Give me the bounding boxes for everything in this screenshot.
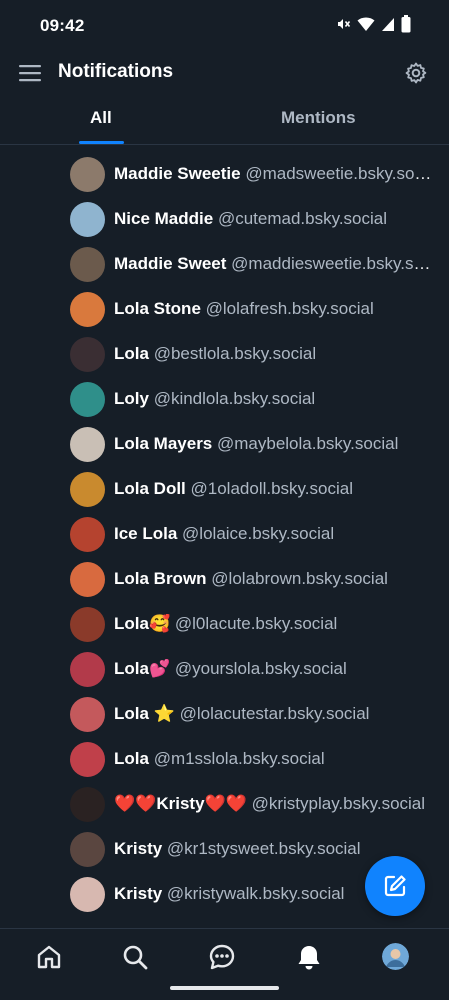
list-item[interactable]: Lola Mayers @maybelola.bsky.social xyxy=(70,426,440,462)
avatar xyxy=(70,876,105,912)
avatar xyxy=(70,336,105,372)
user-name: Maddie Sweetie xyxy=(114,164,241,183)
battery-icon xyxy=(401,15,411,33)
user-name: Lola xyxy=(114,344,149,363)
user-name: Lola Stone xyxy=(114,299,201,318)
user-name: Nice Maddie xyxy=(114,209,214,228)
search-icon[interactable] xyxy=(121,943,149,971)
gear-icon[interactable] xyxy=(404,61,428,85)
user-handle: @1oladoll.bsky.social xyxy=(190,479,353,498)
list-item[interactable]: Lola🥰 @l0lacute.bsky.social xyxy=(70,606,440,642)
bell-icon[interactable] xyxy=(295,943,323,971)
user-name: Lola🥰 xyxy=(114,614,171,633)
avatar xyxy=(70,606,105,642)
wifi-icon xyxy=(357,17,375,31)
user-handle: @kr1stysweet.bsky.social xyxy=(166,839,361,858)
user-name: Lola ⭐ xyxy=(114,704,175,723)
home-indicator xyxy=(170,986,279,990)
avatar xyxy=(70,741,105,777)
app-header: Notifications xyxy=(0,50,449,96)
user-handle: @kindlola.bsky.social xyxy=(153,389,316,408)
avatar xyxy=(70,831,105,867)
user-handle: @bestlola.bsky.social xyxy=(153,344,317,363)
list-item[interactable]: ❤️❤️Kristy❤️❤️ @kristyplay.bsky.social xyxy=(70,786,440,822)
page-title: Notifications xyxy=(58,61,174,82)
avatar xyxy=(70,561,105,597)
user-handle: @yourslola.bsky.social xyxy=(174,659,347,678)
mute-icon xyxy=(338,19,351,29)
user-handle: @l0lacute.bsky.social xyxy=(174,614,338,633)
user-name: ❤️❤️Kristy❤️❤️ xyxy=(114,794,247,813)
list-item[interactable]: Lola @m1sslola.bsky.social xyxy=(70,741,440,777)
user-handle: @lolaice.bsky.social xyxy=(182,524,335,543)
avatar xyxy=(70,381,105,417)
avatar xyxy=(70,786,105,822)
user-name: Lola Brown xyxy=(114,569,207,588)
user-handle: @cutemad.bsky.social xyxy=(217,209,387,228)
status-bar: 09:42 xyxy=(0,0,449,50)
status-icons xyxy=(335,15,411,33)
avatar xyxy=(70,516,105,552)
list-item[interactable]: Lola @bestlola.bsky.social xyxy=(70,336,440,372)
avatar xyxy=(70,471,105,507)
user-handle: @madsweetie.bsky.social xyxy=(245,164,439,183)
avatar xyxy=(70,156,105,192)
user-name: Lola xyxy=(114,749,149,768)
list-item[interactable]: Lola ⭐ @lolacutestar.bsky.social xyxy=(70,696,440,732)
profile-avatar[interactable] xyxy=(382,943,409,970)
user-name: Lola Doll xyxy=(114,479,186,498)
list-item[interactable]: Nice Maddie @cutemad.bsky.social xyxy=(70,201,440,237)
menu-icon[interactable] xyxy=(18,62,42,84)
user-handle: @maybelola.bsky.social xyxy=(217,434,399,453)
user-name: Ice Lola xyxy=(114,524,178,543)
user-handle: @kristyplay.bsky.social xyxy=(251,794,426,813)
avatar xyxy=(70,291,105,327)
user-name: Loly xyxy=(114,389,149,408)
bottom-nav xyxy=(0,928,449,1000)
list-item[interactable]: Lola Stone @lolafresh.bsky.social xyxy=(70,291,440,327)
compose-button[interactable] xyxy=(365,856,425,916)
user-handle: @lolafresh.bsky.social xyxy=(205,299,374,318)
user-handle: @lolabrown.bsky.social xyxy=(211,569,388,588)
user-name: Kristy xyxy=(114,839,163,858)
user-name: Lola Mayers xyxy=(114,434,213,453)
user-handle: @m1sslola.bsky.social xyxy=(153,749,325,768)
user-name: Maddie Sweet xyxy=(114,254,227,273)
list-item[interactable]: Lola Brown @lolabrown.bsky.social xyxy=(70,561,440,597)
user-handle: @maddiesweetie.bsky.social xyxy=(231,254,439,273)
user-handle: @kristywalk.bsky.social xyxy=(166,884,345,903)
tab-bar: All Mentions xyxy=(0,96,449,145)
user-name: Kristy xyxy=(114,884,163,903)
avatar xyxy=(70,246,105,282)
list-item[interactable]: Loly @kindlola.bsky.social xyxy=(70,381,440,417)
list-item[interactable]: Maddie Sweetie @madsweetie.bsky.social xyxy=(70,156,440,192)
chat-icon[interactable] xyxy=(208,943,236,971)
list-item[interactable]: Ice Lola @lolaice.bsky.social xyxy=(70,516,440,552)
avatar xyxy=(70,426,105,462)
avatar xyxy=(70,696,105,732)
status-time: 09:42 xyxy=(40,16,85,35)
tab-all[interactable]: All xyxy=(90,108,112,128)
signal-icon xyxy=(382,18,394,31)
active-tab-indicator xyxy=(79,141,124,144)
list-item[interactable]: Maddie Sweet @maddiesweetie.bsky.social xyxy=(70,246,440,282)
avatar xyxy=(70,201,105,237)
list-item[interactable]: Lola💕 @yourslola.bsky.social xyxy=(70,651,440,687)
list-item[interactable]: Lola Doll @1oladoll.bsky.social xyxy=(70,471,440,507)
notification-list: Maddie Sweetie @madsweetie.bsky.social N… xyxy=(0,150,449,928)
user-handle: @lolacutestar.bsky.social xyxy=(179,704,370,723)
user-name: Lola💕 xyxy=(114,659,171,678)
home-icon[interactable] xyxy=(35,943,63,971)
avatar xyxy=(70,651,105,687)
tab-mentions[interactable]: Mentions xyxy=(281,108,356,128)
compose-icon xyxy=(384,875,406,897)
